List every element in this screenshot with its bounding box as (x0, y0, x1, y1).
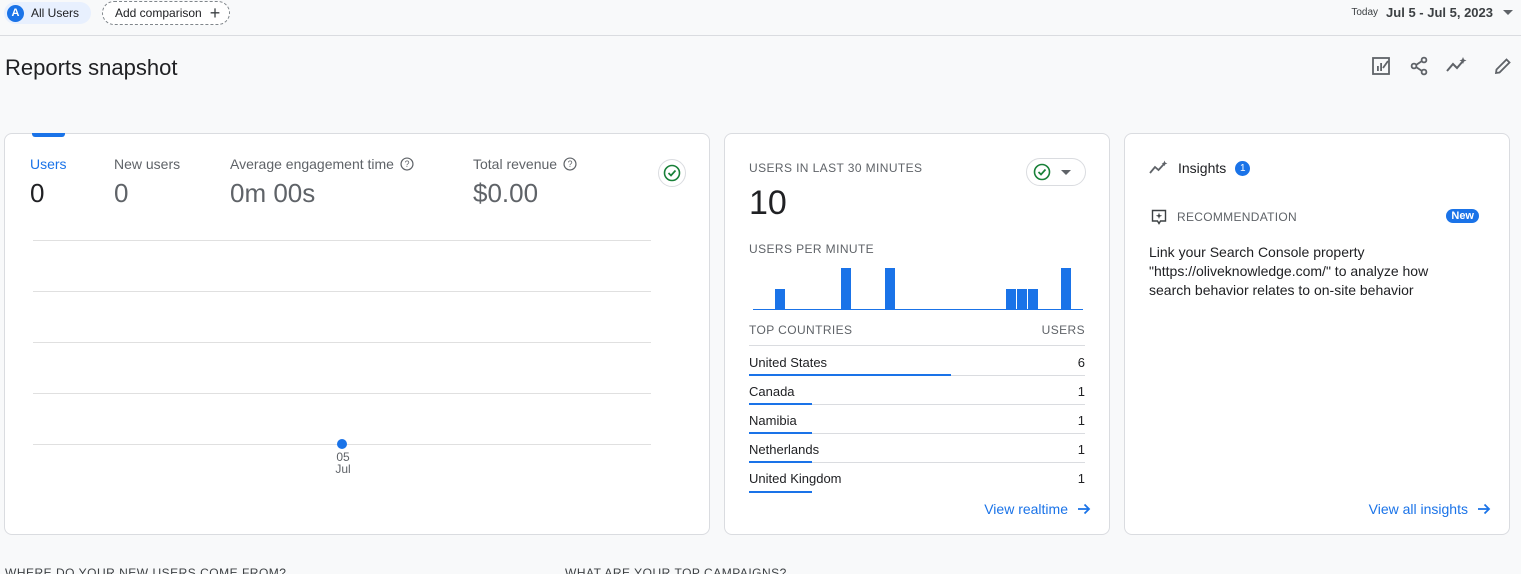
help-icon[interactable]: ? (563, 157, 577, 171)
per-minute-label: USERS PER MINUTE (749, 242, 875, 256)
chevron-down-icon (1061, 169, 1071, 175)
realtime-users-value: 10 (749, 184, 787, 222)
metric-value: 0 (114, 178, 129, 208)
per-minute-bar[interactable] (885, 268, 895, 310)
section-campaigns-heading: WHAT ARE YOUR TOP CAMPAIGNS? (565, 566, 787, 574)
country-users: 6 (1077, 355, 1085, 370)
metric-users[interactable]: Users 0 (30, 156, 67, 209)
metric-label: New users (114, 156, 181, 172)
country-name: United Kingdom (749, 471, 842, 486)
metric-value: 0 (30, 178, 45, 208)
realtime-card: USERS IN LAST 30 MINUTES 10 USERS PER MI… (724, 133, 1110, 535)
check-circle-icon (1033, 163, 1051, 181)
active-tab-indicator (32, 133, 65, 137)
country-row[interactable]: Canada 1 (749, 376, 1085, 405)
per-minute-bar[interactable] (1061, 268, 1071, 310)
add-comparison-label: Add comparison (115, 6, 202, 20)
country-name: Namibia (749, 413, 797, 428)
realtime-status-dropdown[interactable] (1026, 158, 1086, 186)
metric-label: Users (30, 156, 67, 172)
countries-header-label: TOP COUNTRIES (749, 323, 853, 337)
country-users: 1 (1077, 413, 1085, 428)
date-range-value: Jul 5 - Jul 5, 2023 (1386, 5, 1493, 20)
insights-count-badge: 1 (1235, 160, 1251, 176)
per-minute-bar[interactable] (1017, 289, 1027, 310)
view-all-insights-link[interactable]: View all insights (1369, 501, 1491, 517)
segment-avatar: A (7, 4, 24, 22)
countries-header: TOP COUNTRIES USERS (749, 323, 1085, 346)
country-row[interactable]: Netherlands 1 (749, 434, 1085, 463)
share-icon[interactable] (1407, 54, 1431, 78)
insights-title: Insights (1178, 160, 1227, 176)
metric-label: Average engagement time (230, 156, 394, 172)
date-range-picker[interactable]: Today Jul 5 - Jul 5, 2023 (1351, 5, 1513, 20)
arrow-right-icon (1078, 503, 1091, 515)
country-bar (749, 491, 812, 493)
insights-header: Insights 1 (1149, 160, 1251, 176)
country-name: United States (749, 355, 828, 370)
insights-icon (1149, 160, 1168, 174)
page-toolbar (1369, 54, 1515, 78)
metric-avg-engagement[interactable]: Average engagement time ? 0m 00s (230, 156, 414, 209)
insights-icon[interactable] (1445, 54, 1469, 78)
realtime-heading: USERS IN LAST 30 MINUTES (749, 161, 923, 175)
segment-chip[interactable]: A All Users (4, 2, 92, 24)
date-today-label: Today (1351, 7, 1379, 18)
country-users: 1 (1077, 384, 1085, 399)
country-users: 1 (1077, 442, 1085, 457)
overview-card: Users 0 New users 0 Average engagement t… (4, 133, 710, 535)
country-name: Netherlands (749, 442, 820, 457)
insights-card: Insights 1 RECOMMENDATION New Link your … (1124, 133, 1510, 535)
metric-value: 0m 00s (230, 178, 316, 208)
help-icon[interactable]: ? (400, 157, 414, 171)
users-header-label: USERS (1041, 323, 1085, 337)
segment-label: All Users (31, 6, 80, 20)
per-minute-bar[interactable] (775, 289, 785, 310)
add-comparison-button[interactable]: Add comparison + (102, 1, 231, 25)
customize-report-icon[interactable] (1369, 54, 1393, 78)
recommendation-icon (1151, 209, 1167, 225)
chevron-down-icon (1503, 10, 1513, 15)
data-quality-check-icon[interactable] (658, 159, 686, 187)
metric-label-row: Average engagement time ? (230, 156, 414, 172)
view-all-insights-label: View all insights (1368, 501, 1468, 517)
per-minute-bar[interactable] (1028, 289, 1038, 310)
recommendation-text[interactable]: Link your Search Console property "https… (1149, 243, 1469, 300)
svg-text:?: ? (568, 159, 573, 169)
per-minute-bar[interactable] (1006, 289, 1016, 310)
recommendation-label: RECOMMENDATION (1177, 210, 1297, 224)
per-minute-bars (753, 264, 1083, 310)
x-tick-month: Jul (335, 462, 351, 476)
per-minute-bar[interactable] (841, 268, 851, 310)
top-bar: A All Users Add comparison + Today Jul 5… (0, 0, 1521, 36)
metric-total-revenue[interactable]: Total revenue ? $0.00 (473, 156, 577, 209)
country-row[interactable]: United Kingdom 1 (749, 463, 1085, 493)
metric-value: $0.00 (473, 178, 539, 208)
metric-label-row: Total revenue ? (473, 156, 577, 172)
plus-icon: + (209, 3, 221, 23)
users-chart: 05 Jul (33, 240, 653, 490)
arrow-right-icon (1478, 503, 1491, 515)
metric-label: Total revenue (473, 156, 558, 172)
metric-new-users[interactable]: New users 0 (114, 156, 180, 209)
country-row[interactable]: Namibia 1 (749, 405, 1085, 434)
country-row[interactable]: United States 6 (749, 347, 1085, 376)
country-users: 1 (1077, 471, 1085, 486)
view-realtime-link[interactable]: View realtime (984, 501, 1091, 517)
country-name: Canada (749, 384, 795, 399)
x-tick-label: 05 Jul (328, 451, 358, 475)
section-new-users-heading: WHERE DO YOUR NEW USERS COME FROM? (5, 566, 287, 574)
page-title: Reports snapshot (5, 55, 178, 80)
new-badge: New (1446, 209, 1479, 223)
chart-data-point[interactable] (337, 439, 347, 449)
view-realtime-label: View realtime (984, 501, 1068, 517)
svg-text:?: ? (405, 159, 410, 169)
edit-icon[interactable] (1491, 54, 1515, 78)
recommendation-row: RECOMMENDATION (1151, 209, 1297, 225)
